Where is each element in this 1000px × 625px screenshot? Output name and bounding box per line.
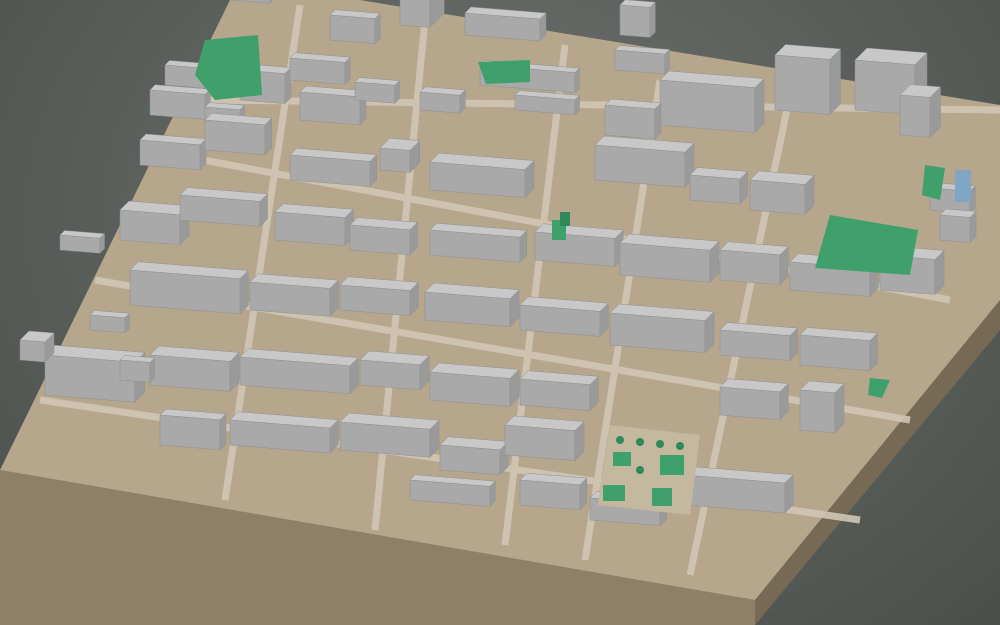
building-47-front — [799, 334, 871, 371]
building-69-front — [939, 214, 971, 243]
building-65-front — [119, 359, 151, 383]
plaza-tree-6 — [636, 438, 644, 446]
building-13-side — [829, 48, 841, 116]
building-59-front — [439, 444, 501, 476]
plaza-tree-5 — [616, 436, 624, 444]
building-54-front — [719, 386, 781, 421]
viewport[interactable] — [0, 0, 1000, 625]
building-51-front — [359, 359, 421, 391]
building-37-front — [719, 249, 781, 286]
city-model-svg[interactable] — [0, 0, 1000, 625]
building-30-front — [119, 209, 181, 246]
building-56-front — [159, 414, 221, 451]
building-7-front — [399, 0, 431, 28]
building-33-front — [349, 224, 411, 256]
plaza-tree-3 — [603, 485, 625, 501]
building-26-front — [689, 174, 741, 205]
plaza-tree-1 — [613, 452, 631, 466]
building-63-front — [519, 479, 581, 511]
building-32-front — [274, 211, 346, 246]
building-66-front — [19, 339, 46, 363]
plaza-tree-9 — [636, 466, 644, 474]
building-12-front — [659, 79, 756, 133]
building-12-side — [754, 77, 765, 134]
building-6-front — [354, 81, 396, 104]
building-17-front — [419, 91, 461, 114]
building-10-side — [649, 1, 656, 39]
building-68-front — [89, 314, 126, 334]
plaza-tree-8 — [676, 442, 684, 450]
water-feature — [955, 170, 971, 202]
tree-cluster-2 — [560, 212, 570, 226]
plaza-tree-7 — [656, 440, 664, 448]
building-55-front — [799, 389, 836, 434]
building-27-front — [749, 179, 806, 215]
building-20-front — [139, 139, 201, 171]
building-5-front — [299, 91, 361, 126]
building-60-front — [504, 424, 576, 461]
building-10-front — [619, 4, 651, 38]
building-13-front — [774, 54, 831, 115]
plaza-tree-2 — [660, 455, 684, 475]
plaza-ground — [598, 425, 700, 515]
park-north-courtyard — [478, 60, 530, 84]
building-1-front — [149, 89, 206, 120]
building-16-front — [329, 14, 376, 44]
building-21-front — [204, 119, 266, 156]
building-19-front — [604, 104, 656, 140]
central-plaza — [598, 425, 700, 515]
building-23-front — [379, 147, 411, 173]
building-28-front — [899, 94, 931, 138]
plaza-tree-4 — [652, 488, 672, 506]
